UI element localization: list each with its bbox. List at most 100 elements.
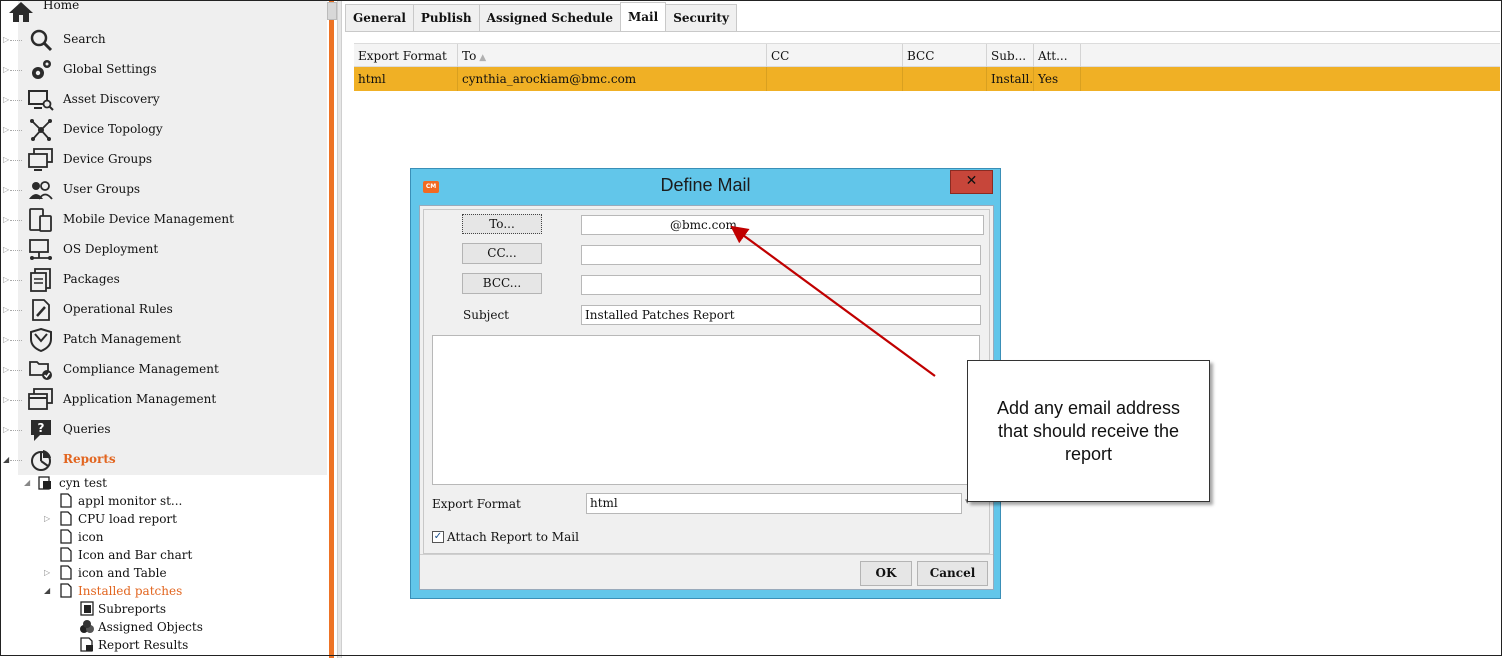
nav-scrollbar-track[interactable] (329, 0, 334, 658)
ok-button[interactable]: OK (860, 561, 912, 586)
nav-item-user-groups[interactable]: ▷ User Groups (0, 175, 327, 205)
subject-label: Subject (463, 308, 509, 322)
tree-item-report[interactable]: icon (44, 528, 244, 546)
nav-item-patch-management[interactable]: ▷ Patch Management (0, 325, 327, 355)
grid-header-row: Export Format To ▲ CC BCC Sub... Att... (354, 43, 1500, 68)
cc-field[interactable] (581, 245, 981, 265)
tree-item-cyn-test[interactable]: ◢ cyn test (24, 474, 224, 492)
report-file-icon (60, 493, 72, 508)
expand-arrow-icon[interactable]: ▷ (3, 305, 9, 314)
dialog-title: Define Mail (660, 175, 751, 195)
tab-general[interactable]: General (345, 4, 414, 31)
tree-label: appl monitor st... (78, 494, 183, 508)
tree-label: Report Results (98, 638, 189, 652)
expand-arrow-icon[interactable]: ▷ (3, 125, 9, 134)
nav-item-queries[interactable]: ▷ ? Queries (0, 415, 327, 445)
nav-item-asset-discovery[interactable]: ▷ Asset Discovery (0, 85, 327, 115)
tree-item-report[interactable]: Icon and Bar chart (44, 546, 244, 564)
table-row[interactable]: html cynthia_arockiam@bmc.com Install...… (354, 67, 1500, 91)
tree-item-report-results[interactable]: Report Results (64, 636, 244, 654)
button-divider (420, 554, 993, 555)
nav-item-os-deployment[interactable]: ▷ OS Deployment (0, 235, 327, 265)
report-file-icon (60, 511, 72, 526)
tree-item-assigned-objects[interactable]: Assigned Objects (64, 618, 244, 636)
pane-splitter[interactable] (337, 0, 342, 658)
expand-arrow-icon[interactable]: ▷ (3, 35, 9, 44)
cc-button[interactable]: CC... (462, 243, 542, 264)
collapse-arrow-icon[interactable]: ◢ (44, 586, 50, 595)
expand-arrow-icon[interactable]: ▷ (3, 275, 9, 284)
tree-label: icon and Table (78, 566, 167, 580)
tab-assigned-schedule[interactable]: Assigned Schedule (478, 4, 621, 31)
close-button[interactable]: ✕ (950, 170, 993, 194)
column-header-attach[interactable]: Att... (1034, 44, 1081, 68)
column-header-bcc[interactable]: BCC (903, 44, 987, 68)
tree-item-report[interactable]: ▷ CPU load report (44, 510, 244, 528)
cell-cc (767, 67, 903, 91)
tree-label: CPU load report (78, 512, 177, 526)
expand-arrow-icon[interactable]: ▷ (44, 568, 50, 577)
to-field[interactable]: @bmc.com (581, 215, 984, 235)
report-file-icon (60, 529, 72, 544)
expand-arrow-icon[interactable]: ▷ (3, 65, 9, 74)
search-icon (28, 28, 54, 52)
monitors-icon (28, 148, 54, 172)
bcc-button[interactable]: BCC... (462, 273, 542, 294)
to-button[interactable]: To... (462, 214, 542, 234)
subreports-icon (80, 601, 94, 616)
tree-item-installed-patches[interactable]: ◢ Installed patches (44, 582, 244, 600)
nav-item-reports[interactable]: ◢ Reports (0, 445, 327, 475)
expand-arrow-icon[interactable]: ▷ (3, 95, 9, 104)
nav-item-operational-rules[interactable]: ▷ Operational Rules (0, 295, 327, 325)
column-header-subject[interactable]: Sub... (987, 44, 1034, 68)
svg-text:?: ? (38, 421, 45, 435)
tree-label: Subreports (98, 602, 167, 616)
message-body-field[interactable] (432, 335, 980, 485)
nav-item-application-management[interactable]: ▷ Application Management (0, 385, 327, 415)
nav-item-packages[interactable]: ▷ Packages (0, 265, 327, 295)
expand-arrow-icon[interactable]: ▷ (3, 215, 9, 224)
subject-field[interactable]: Installed Patches Report (581, 305, 981, 325)
nav-item-home[interactable]: Home (0, 0, 327, 25)
attach-report-checkbox[interactable]: ✓ (432, 531, 444, 543)
cancel-button[interactable]: Cancel (917, 561, 988, 586)
tree-item-report[interactable]: ▷ icon and Table (44, 564, 244, 582)
tab-mail[interactable]: Mail (620, 2, 667, 31)
collapse-arrow-icon[interactable]: ◢ (3, 455, 9, 464)
collapse-arrow-icon[interactable]: ◢ (24, 478, 30, 487)
tab-publish[interactable]: Publish (412, 4, 480, 31)
tab-security[interactable]: Security (665, 4, 737, 31)
nav-label: Reports (63, 452, 116, 466)
expand-arrow-icon[interactable]: ▷ (3, 395, 9, 404)
column-header-to[interactable]: To ▲ (458, 44, 767, 68)
nav-label: Application Management (63, 392, 217, 406)
nav-label: OS Deployment (63, 242, 159, 256)
gears-icon (28, 58, 54, 82)
nav-item-device-groups[interactable]: ▷ Device Groups (0, 145, 327, 175)
expand-arrow-icon[interactable]: ▷ (3, 185, 9, 194)
tab-divider (345, 31, 1500, 32)
callout-text: Add any email address that should receiv… (996, 397, 1181, 464)
tree-label: Assigned Objects (98, 620, 203, 634)
expand-arrow-icon[interactable]: ▷ (3, 155, 9, 164)
expand-arrow-icon[interactable]: ▷ (3, 365, 9, 374)
nav-item-search[interactable]: ▷ Search (0, 25, 327, 55)
bcc-field[interactable] (581, 275, 981, 295)
nav-item-compliance-management[interactable]: ▷ Compliance Management (0, 355, 327, 385)
expand-arrow-icon[interactable]: ▷ (3, 245, 9, 254)
expand-arrow-icon[interactable]: ▷ (44, 514, 50, 523)
export-format-select[interactable]: html (586, 493, 962, 514)
tree-label: Installed patches (78, 584, 183, 598)
tree-item-report[interactable]: appl monitor st... (44, 492, 244, 510)
nav-item-device-topology[interactable]: ▷ Device Topology (0, 115, 327, 145)
tree-item-subreports[interactable]: Subreports (64, 600, 244, 618)
expand-arrow-icon[interactable]: ▷ (3, 335, 9, 344)
nav-item-mobile-device-management[interactable]: ▷ Mobile Device Management (0, 205, 327, 235)
column-header-export-format[interactable]: Export Format (354, 44, 458, 68)
nav-item-global-settings[interactable]: ▷ Global Settings (0, 55, 327, 85)
folder-report-icon (38, 475, 51, 490)
expand-arrow-icon[interactable]: ▷ (3, 425, 9, 434)
nav-label: User Groups (63, 182, 141, 196)
column-header-cc[interactable]: CC (767, 44, 903, 68)
nav-scrollbar-thumb[interactable] (327, 2, 337, 20)
